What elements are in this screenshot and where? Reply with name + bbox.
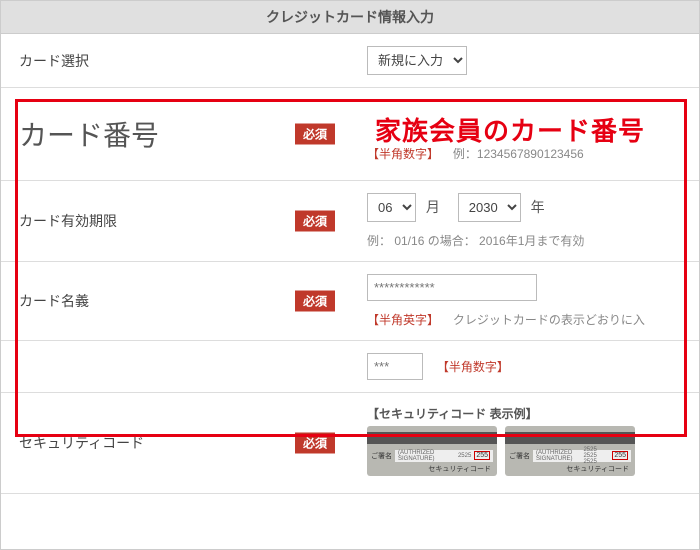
row-card-select: カード選択 新規に入力 (1, 34, 699, 88)
signature-panel: (AUTHRIZED SIGNATURE) 2525 255 (395, 450, 493, 462)
required-badge: 必須 (295, 211, 335, 232)
form-table: カード選択 新規に入力 カード番号 必須 【半角数字】 例：1234567890… (1, 34, 699, 494)
card-caption: セキュリティコード (505, 462, 635, 476)
label-security-code: セキュリティコード (19, 435, 144, 451)
row-cvv-input: 【半角数字】 (1, 341, 699, 393)
cvv-highlight: 255 (474, 451, 490, 460)
cvv-input[interactable] (367, 353, 423, 380)
expiry-year-suffix: 年 (531, 199, 545, 215)
signature-label: ご署名 (371, 451, 392, 461)
form-panel: クレジットカード情報入力 カード選択 新規に入力 カード番号 必須 【半角数 (0, 0, 700, 550)
signature-label: ご署名 (509, 451, 530, 461)
card-caption: セキュリティコード (367, 462, 497, 476)
expiry-example: 例： 01/16 の場合： 2016年1月まで有効 (367, 232, 685, 249)
label-card-select: カード選択 (19, 53, 89, 69)
cvv-highlight: 255 (612, 451, 628, 460)
row-expiry: カード有効期限 必須 06 月 2030 年 例： 01/16 の場合： 201… (1, 181, 699, 262)
card-number-format-hint: 【半角数字】 (367, 147, 439, 161)
required-badge: 必須 (295, 433, 335, 454)
security-example-title: 【セキュリティコード 表示例】 (367, 405, 685, 422)
label-expiry: カード有効期限 (19, 213, 117, 229)
magstripe (505, 432, 635, 444)
annotation-callout: 家族会員のカード番号 (371, 111, 649, 148)
magstripe (367, 432, 497, 444)
card-back-illustration: ご署名 (AUTHRIZED SIGNATURE) 2525 255 セキュリテ… (367, 426, 497, 476)
required-badge: 必須 (295, 291, 335, 312)
signature-panel: (AUTHRIZED SIGNATURE) 2525 2525 2525 255 (533, 450, 631, 462)
holder-note: クレジットカードの表示どおりに入 (453, 313, 645, 327)
row-holder-name: カード名義 必須 【半角英字】 クレジットカードの表示どおりに入 (1, 262, 699, 341)
row-security-code: セキュリティコード 必須 【セキュリティコード 表示例】 ご署名 (AUTHRI… (1, 393, 699, 494)
expiry-month-suffix: 月 (426, 199, 440, 215)
card-back-illustration: ご署名 (AUTHRIZED SIGNATURE) 2525 2525 2525… (505, 426, 635, 476)
expiry-month-dropdown[interactable]: 06 (367, 193, 416, 222)
security-example-cards: ご署名 (AUTHRIZED SIGNATURE) 2525 255 セキュリテ… (367, 426, 685, 476)
card-number-example: 例：1234567890123456 (453, 147, 584, 161)
cvv-format-hint: 【半角数字】 (437, 360, 509, 374)
expiry-year-dropdown[interactable]: 2030 (458, 193, 521, 222)
panel-title: クレジットカード情報入力 (266, 9, 434, 25)
holder-name-input[interactable] (367, 274, 537, 301)
panel-header: クレジットカード情報入力 (1, 1, 699, 34)
label-card-number: カード番号 (19, 120, 159, 151)
card-select-dropdown[interactable]: 新規に入力 (367, 46, 467, 75)
label-holder-name: カード名義 (19, 293, 89, 309)
holder-format-hint: 【半角英字】 (367, 313, 439, 327)
required-badge: 必須 (295, 124, 335, 145)
